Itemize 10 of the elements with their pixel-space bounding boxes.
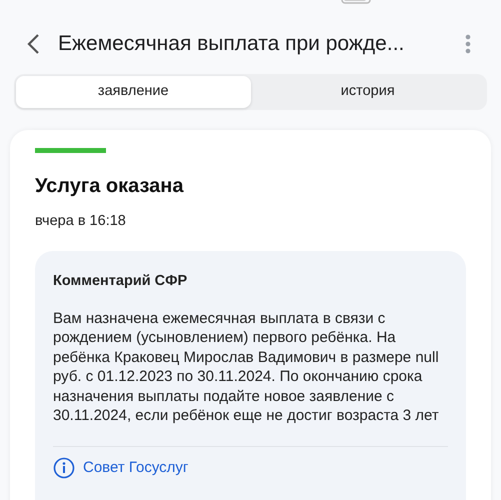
link[interactable]: Совет Госуслуг [83, 456, 188, 479]
status-title: Услуга оказана [35, 174, 185, 199]
comment-title: Комментарий СФР [53, 272, 188, 291]
tab[interactable]: история [250, 76, 485, 108]
tab[interactable]: заявление [16, 76, 250, 108]
comment-text: Вам назначена ежемесячная выплата в связи с рождением (усыновлением) первого ребёнка. На ребёнка Краковец Мирослав Вадимович в размере null руб. с 01.12.2023 по 30.11.2024. По окончанию срока назначения выплаты подайте новое заявление с 30.11.2024, если ребёнок еще не достиг возраста 3 лет [53, 308, 440, 426]
back-icon[interactable] [26, 33, 40, 55]
info-icon [53, 456, 75, 479]
status-time: вчера в 16:18 [35, 212, 127, 231]
page-title: Ежемесячная выплата при рожде... [58, 31, 406, 58]
